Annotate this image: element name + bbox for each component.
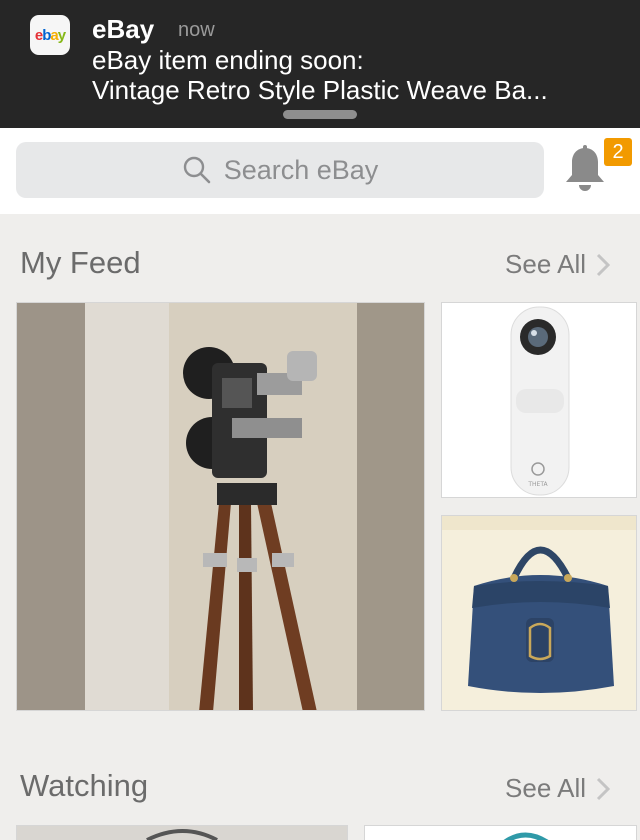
feed-item-large[interactable]	[16, 302, 425, 711]
feed-item-small[interactable]: THETA	[441, 302, 637, 498]
search-header: Search eBay 2	[0, 128, 640, 214]
search-input[interactable]: Search eBay	[16, 142, 544, 198]
feed-see-all-link[interactable]: See All	[505, 249, 610, 280]
search-placeholder: Search eBay	[223, 154, 379, 185]
watching-item[interactable]	[16, 825, 348, 840]
notification-drag-handle[interactable]	[283, 110, 357, 119]
notification-title: eBay item ending soon:	[92, 45, 364, 75]
see-all-label: See All	[505, 249, 586, 279]
watching-item-image	[17, 826, 347, 840]
search-icon	[183, 156, 211, 184]
watching-title: Watching	[20, 768, 149, 803]
notification-body: Vintage Retro Style Plastic Weave Ba...	[92, 75, 548, 105]
watching-item-image	[365, 826, 636, 840]
notification-app-name: eBay	[92, 14, 155, 44]
notification-time: now	[178, 19, 215, 41]
notification-count-badge: 2	[604, 138, 632, 166]
ebay-logo: ebay	[34, 26, 66, 44]
feed-item-small[interactable]	[441, 515, 637, 711]
my-feed-title: My Feed	[20, 245, 141, 280]
notification-banner[interactable]: ebay eBay now eBay item ending soon: Vin…	[0, 0, 640, 128]
chevron-right-icon	[596, 777, 610, 800]
blue-leather-handbag-image	[442, 516, 636, 710]
theta-360-camera-image: THETA	[442, 303, 636, 497]
watching-see-all-link[interactable]: See All	[505, 773, 610, 804]
chevron-right-icon	[596, 253, 610, 276]
theta-brand-text: THETA	[527, 481, 548, 488]
see-all-label: See All	[505, 773, 586, 803]
watching-item[interactable]	[364, 825, 637, 840]
bell-icon[interactable]	[563, 144, 607, 194]
ebay-app-icon: ebay	[30, 15, 70, 55]
vintage-movie-camera-tripod-image	[17, 303, 424, 710]
